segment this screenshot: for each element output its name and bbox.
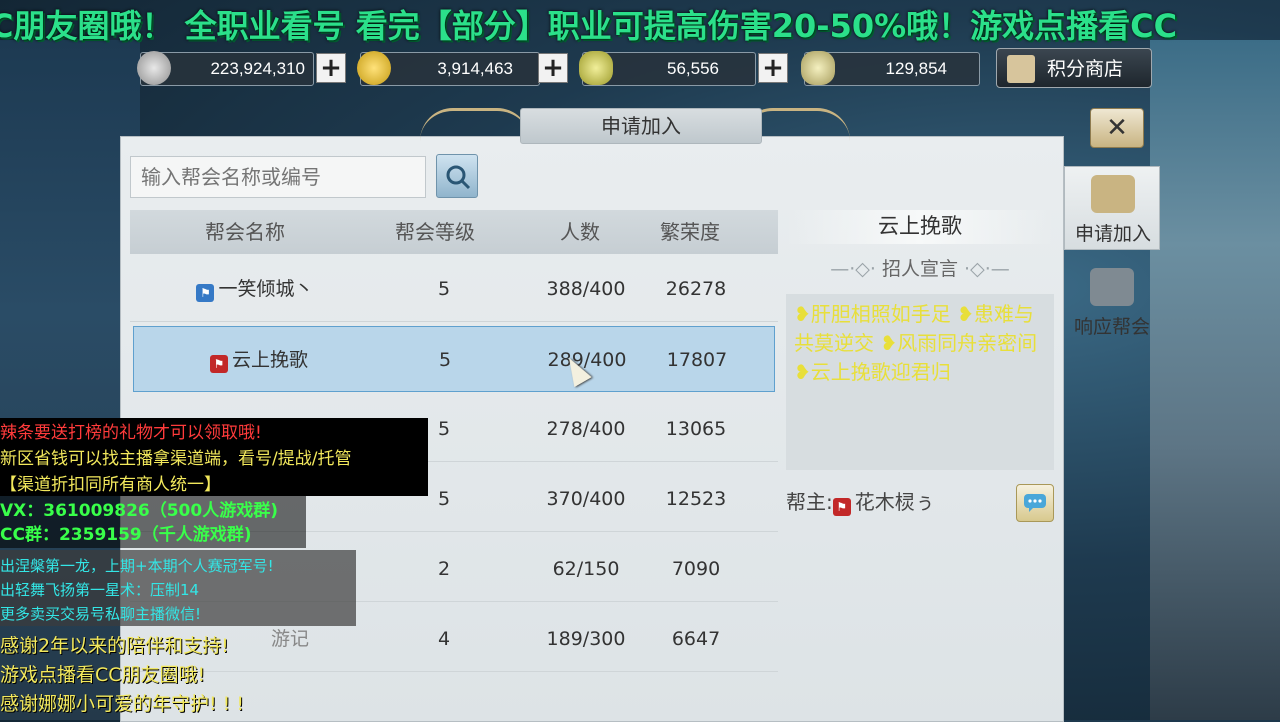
ingot-counter: 56,556 — [579, 51, 756, 86]
points-shop-button[interactable]: 积分商店 — [996, 48, 1152, 88]
members-cell: 278/400 — [546, 418, 626, 440]
members-cell: 189/300 — [546, 628, 626, 650]
gold-coin-icon — [357, 51, 391, 85]
overlay-line: 出涅槃第一龙，上期+本期个人赛冠军号! — [0, 557, 274, 575]
guild-badge-icon: ⚑ — [209, 355, 228, 373]
prosperity-cell: 6647 — [671, 628, 721, 650]
search-icon — [446, 165, 471, 190]
guild-name-cell: ⚑ 云上挽歌 — [174, 327, 344, 393]
background-scene-right — [1150, 40, 1280, 720]
tab-respond-guild[interactable]: 响应帮会 — [1064, 260, 1160, 344]
header-prosperity: 繁荣度 — [660, 220, 720, 244]
header-members: 人数 — [560, 220, 600, 244]
guild-name-cell: ⚑ 一笑倾城丶 — [170, 256, 340, 322]
overlay-line: 更多卖买交易号私聊主播微信! — [0, 605, 202, 623]
tab-respond-guild-label: 响应帮会 — [1073, 316, 1150, 338]
title-ornament-left — [420, 108, 530, 141]
shop-icon — [1007, 55, 1035, 83]
gold-value: 3,914,463 — [437, 59, 513, 78]
guild-level-cell: 4 — [437, 628, 451, 650]
guild-level-cell: 5 — [437, 278, 451, 300]
stream-ticker: C朋友圈哦！ 全职业看号 看完【部分】职业可提高伤害20-50%哦！游戏点播看C… — [0, 0, 1280, 52]
close-button[interactable]: ✕ — [1090, 108, 1144, 148]
add-ingot-button[interactable]: + — [758, 53, 788, 83]
ticker-text: C朋友圈哦！ 全职业看号 看完【部分】职业可提高伤害20-50%哦！游戏点播看C… — [0, 7, 1178, 45]
tab-apply-join-label: 申请加入 — [1074, 223, 1151, 245]
overlay-line: 辣条要送打榜的礼物才可以领取哦! — [0, 423, 262, 443]
leader-badge-icon: ⚑ — [832, 498, 851, 516]
table-row-selected[interactable]: ⚑ 云上挽歌 5 289/400 17807 — [133, 326, 775, 392]
table-row[interactable]: ⚑ 一笑倾城丶 5 388/400 26278 — [130, 256, 778, 322]
prosperity-cell: 17807 — [666, 349, 728, 371]
prosperity-cell: 12523 — [665, 488, 727, 510]
overlay-line: 新区省钱可以找主播拿渠道端，看号/提战/托管 — [0, 449, 352, 469]
leader-name[interactable]: 花木棂ぅ — [855, 490, 935, 514]
members-cell: 388/400 — [546, 278, 626, 300]
recruit-heading: —·◇· 招人宣言 ·◇·— — [830, 258, 1010, 280]
bound-ingot-icon — [801, 51, 835, 85]
members-cell: 62/150 — [552, 558, 620, 580]
leader-label: 帮主: — [786, 490, 833, 514]
selected-guild-name: 云上挽歌 — [786, 210, 1054, 244]
chat-button[interactable] — [1016, 484, 1054, 522]
recruit-declaration: ❥肝胆相照如手足 ❥患难与共莫逆交 ❥风雨同舟亲密间 ❥云上挽歌迎君归 — [786, 294, 1054, 470]
search-button[interactable] — [436, 154, 478, 198]
overlay-line: 【渠道折扣同所有商人统一】 — [0, 475, 221, 495]
guild-level-cell: 2 — [437, 558, 451, 580]
header-guild-level: 帮会等级 — [395, 220, 475, 244]
bound-ingot-value: 129,854 — [885, 59, 947, 78]
silver-coin-icon — [137, 51, 171, 85]
silver-counter: 223,924,310 — [137, 51, 314, 86]
add-silver-button[interactable]: + — [316, 53, 346, 83]
members-cell: 289/400 — [547, 349, 627, 371]
overlay-line: 游戏点播看CC朋友圈哦! — [0, 664, 206, 686]
apply-join-icon — [1091, 175, 1135, 213]
points-shop-label: 积分商店 — [1047, 58, 1124, 80]
dialog-title: 申请加入 — [520, 108, 762, 144]
table-header: 帮会名称 帮会等级 人数 繁荣度 — [130, 210, 778, 254]
gold-counter: 3,914,463 — [357, 51, 540, 86]
header-guild-name: 帮会名称 — [205, 220, 285, 244]
respond-guild-icon — [1090, 268, 1134, 306]
ingot-value: 56,556 — [667, 59, 719, 78]
silver-value: 223,924,310 — [210, 59, 305, 78]
overlay-line: CC群：2359159（千人游戏群) — [0, 525, 252, 545]
guild-leader: 帮主: ⚑ 花木棂ぅ — [786, 488, 986, 516]
chat-bubble-icon — [1024, 494, 1046, 512]
add-gold-button[interactable]: + — [538, 53, 568, 83]
overlay-line: 感谢娜娜小可爱的年守护! ! ! — [0, 693, 244, 715]
guild-badge-icon: ⚑ — [196, 284, 215, 302]
overlay-line: 感谢2年以来的陪伴和支持! — [0, 635, 229, 657]
tab-apply-join[interactable]: 申请加入 — [1064, 166, 1160, 250]
overlay-line: VX：361009826（500人游戏群) — [0, 501, 278, 521]
ingot-icon — [579, 51, 613, 85]
guild-level-cell: 5 — [438, 349, 452, 371]
guild-search-input[interactable] — [130, 156, 426, 198]
bound-ingot-counter: 129,854 — [801, 51, 980, 86]
prosperity-cell: 26278 — [665, 278, 727, 300]
prosperity-cell: 7090 — [671, 558, 721, 580]
overlay-line: 出轻舞飞扬第一星术：压制14 — [0, 581, 200, 599]
prosperity-cell: 13065 — [665, 418, 727, 440]
members-cell: 370/400 — [546, 488, 626, 510]
